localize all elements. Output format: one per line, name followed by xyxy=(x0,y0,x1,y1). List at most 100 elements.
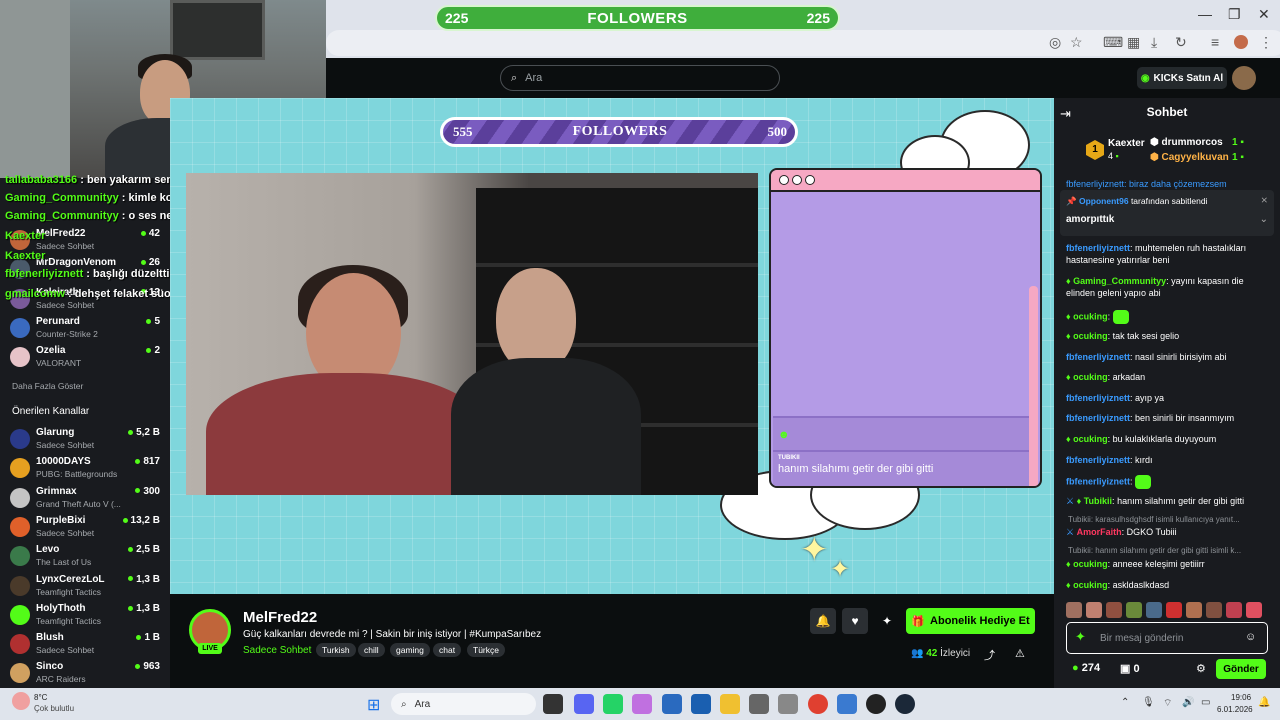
chevron-up-icon[interactable]: ⌃ xyxy=(1121,697,1129,708)
sidebar-channel[interactable]: LynxCerezLoL Teamfight Tactics 1,3 B xyxy=(10,574,165,602)
emote-icon[interactable] xyxy=(1226,602,1242,618)
taskbar-search[interactable]: ⌕ Ara xyxy=(391,693,536,715)
emoji-icon[interactable]: ☺ xyxy=(1245,631,1256,643)
chat-message[interactable]: ♦ Gaming_Communityy: yayını kapasın die … xyxy=(1066,275,1272,299)
store-icon[interactable] xyxy=(662,694,682,714)
chat-message[interactable]: fbfenerliyiznett: muhtemelen ruh hastalı… xyxy=(1066,242,1272,266)
pinned-message[interactable]: 📌 Opponent96 tarafından sabitlendi amorp… xyxy=(1060,190,1274,236)
follow-button[interactable]: ♥ xyxy=(842,608,868,634)
volume-icon[interactable]: 🔊 xyxy=(1182,697,1194,708)
sidebar-channel[interactable]: Blush Sadece Sohbet 1 B xyxy=(10,632,165,660)
photos-icon[interactable] xyxy=(691,694,711,714)
profile-icon[interactable] xyxy=(1234,35,1248,49)
chat-username[interactable]: Tubikii xyxy=(1084,496,1112,506)
unpin-icon[interactable]: ⨯ xyxy=(1260,195,1268,206)
sidebar-channel[interactable]: Glarung Sadece Sohbet 5,2 B xyxy=(10,427,165,455)
star-icon[interactable]: ☆ xyxy=(1070,34,1083,51)
sidebar-channel[interactable]: Ozelia VALORANT 2 xyxy=(10,345,165,373)
user-avatar[interactable] xyxy=(1232,66,1256,90)
show-more-link[interactable]: Daha Fazla Göster xyxy=(12,381,83,391)
extensions-icon[interactable]: ▦ xyxy=(1127,34,1140,51)
share-icon[interactable]: ⤴ xyxy=(984,647,995,663)
chat-username[interactable]: ocuking xyxy=(1073,559,1108,569)
chrome-icon[interactable] xyxy=(808,694,828,714)
calculator-icon[interactable] xyxy=(749,694,769,714)
stream-category[interactable]: Sadece Sohbet xyxy=(243,645,311,656)
gear-icon[interactable]: ⚙ xyxy=(1196,662,1206,675)
close-button[interactable]: ✕ xyxy=(1258,6,1270,23)
gift-subscription-button[interactable]: 🎁 Abonelik Hediye Et xyxy=(906,608,1035,634)
leaderboard-entry[interactable]: ⬢ drummorcos xyxy=(1150,137,1223,148)
tag[interactable]: chill xyxy=(358,643,385,657)
chat-username[interactable]: ocuking xyxy=(1073,331,1108,341)
sidebar-channel[interactable]: Perunard Counter-Strike 2 5 xyxy=(10,316,165,344)
mouse-icon[interactable] xyxy=(778,694,798,714)
tag[interactable]: chat xyxy=(433,643,462,657)
leaderboard-name[interactable]: Kaexter xyxy=(1108,138,1145,149)
emote-icon[interactable] xyxy=(1106,602,1122,618)
emote-icon[interactable] xyxy=(1126,602,1142,618)
copilot-icon[interactable] xyxy=(632,694,652,714)
emote-icon[interactable] xyxy=(1166,602,1182,618)
chat-username[interactable]: Gaming_Communityy xyxy=(1073,276,1166,286)
sidebar-channel[interactable]: PurpleBixi Sadece Sohbet 13,2 B xyxy=(10,515,165,543)
chat-message[interactable]: fbfenerliyiznett: xyxy=(1066,475,1272,489)
mic-icon[interactable]: 🎙 xyxy=(1142,697,1155,708)
clock-time[interactable]: 19:06 xyxy=(1231,693,1251,702)
chat-message[interactable]: fbfenerliyiznett: kırdı xyxy=(1066,454,1272,466)
chat-username[interactable]: ocuking xyxy=(1073,580,1108,590)
wifi-icon[interactable]: ⌔ xyxy=(1163,697,1172,710)
chat-username[interactable]: fbfenerliyiznett xyxy=(1066,352,1130,362)
menu-icon[interactable]: ⋮ xyxy=(1259,34,1273,51)
chat-message[interactable]: fbfenerliyiznett: ayıp ya xyxy=(1066,392,1272,404)
search-input[interactable]: ⌕ Ara xyxy=(500,65,780,91)
sidebar-channel[interactable]: Levo The Last of Us 2,5 B xyxy=(10,544,165,572)
chat-message[interactable]: ⚔ ♦ Tubikii: hanım silahımı getir der gi… xyxy=(1066,495,1272,507)
chat-username[interactable]: ocuking xyxy=(1073,372,1108,382)
leaderboard-entry[interactable]: ⬢ Cagyyelkuvan xyxy=(1150,152,1229,163)
chat-message[interactable]: ♦ ocuking: xyxy=(1066,310,1272,324)
whatsapp-icon[interactable] xyxy=(603,694,623,714)
file-explorer-icon[interactable] xyxy=(720,694,740,714)
tag[interactable]: Türkçe xyxy=(467,643,505,657)
app-icon[interactable] xyxy=(837,694,857,714)
chat-message[interactable]: ♦ ocuking: tak tak sesi gelio xyxy=(1066,330,1272,342)
windows-start-icon[interactable]: ⊞ xyxy=(367,695,380,715)
clock-date[interactable]: 6.01.2026 xyxy=(1217,705,1253,714)
emote-icon[interactable] xyxy=(1246,602,1262,618)
chat-username[interactable]: fbfenerliyiznett xyxy=(1066,455,1130,465)
emote-icon[interactable] xyxy=(1186,602,1202,618)
emote-strip[interactable] xyxy=(1066,602,1266,618)
sidebar-channel[interactable]: Sinco ARC Raiders 963 xyxy=(10,661,165,689)
sidebar-channel[interactable]: Grimnax Grand Theft Auto V (... 300 xyxy=(10,486,165,514)
chat-input[interactable]: Bir mesaj gönderin xyxy=(1066,622,1268,654)
battery-icon[interactable]: ▭ xyxy=(1201,697,1210,708)
eye-off-icon[interactable]: ◎ xyxy=(1049,34,1061,51)
chat-username[interactable]: ocuking xyxy=(1073,434,1108,444)
chat-username[interactable]: fbfenerliyiznett xyxy=(1066,413,1130,423)
translate-icon[interactable]: ⌨ xyxy=(1103,34,1123,51)
chat-message[interactable]: ♦ ocuking: arkadan xyxy=(1066,371,1272,383)
app-icon[interactable] xyxy=(866,694,886,714)
weather-icon[interactable] xyxy=(12,692,30,710)
sidebar-channel[interactable]: HolyThoth Teamfight Tactics 1,3 B xyxy=(10,603,165,631)
chat-message[interactable]: ♦ ocuking: anneee keleşimi getiiirr xyxy=(1066,558,1272,570)
kick-sparkle-icon[interactable]: ✦ xyxy=(1075,629,1086,645)
maximize-button[interactable]: ❐ xyxy=(1228,6,1241,23)
steam-icon[interactable] xyxy=(895,694,915,714)
chat-username[interactable]: fbfenerliyiznett xyxy=(1066,476,1130,486)
streamer-name[interactable]: MelFred22 xyxy=(243,609,317,626)
buy-kicks-button[interactable]: ◉ KICKs Satın Al xyxy=(1137,67,1227,89)
sparkle-button[interactable]: ✦ xyxy=(874,608,900,634)
emote-icon[interactable] xyxy=(1066,602,1082,618)
chat-message[interactable]: ⚔ AmorFaith: DGKO Tubiii xyxy=(1066,526,1272,538)
chat-username[interactable]: fbfenerliyiznett xyxy=(1066,393,1130,403)
task-view-icon[interactable] xyxy=(543,694,563,714)
chat-message[interactable]: ♦ ocuking: bu kulaklıklarla duyuyoum xyxy=(1066,433,1272,445)
notification-icon[interactable]: 🔔 xyxy=(1258,697,1270,708)
emote-icon[interactable] xyxy=(1206,602,1222,618)
notification-bell-button[interactable]: 🔔 xyxy=(810,608,836,634)
tab-list-icon[interactable]: ≡ xyxy=(1211,34,1219,50)
send-button[interactable]: Gönder xyxy=(1216,659,1266,679)
sidebar-channel[interactable]: 10000DAYS PUBG: Battlegrounds 817 xyxy=(10,456,165,484)
